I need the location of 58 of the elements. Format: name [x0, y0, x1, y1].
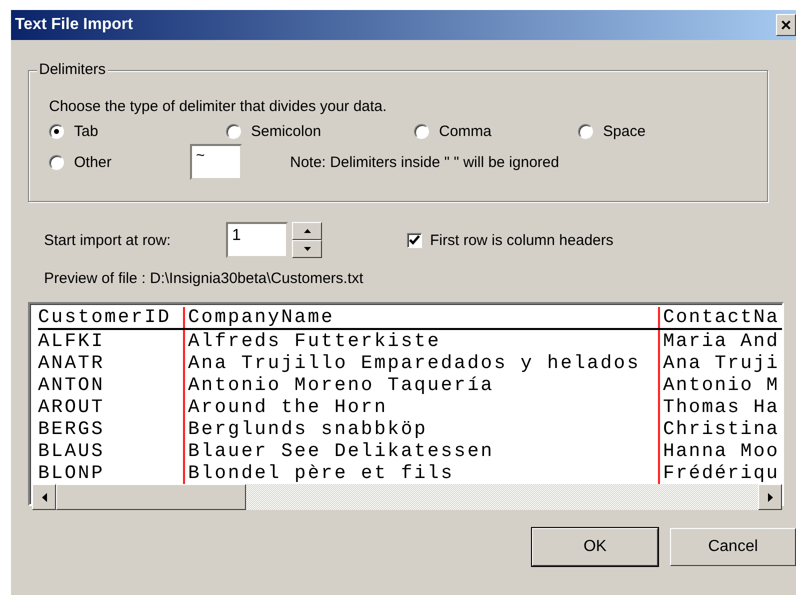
radio-option[interactable]: Other — [49, 154, 190, 170]
table-cell: Around the Horn — [183, 396, 658, 418]
delimiter-input[interactable]: ~ — [190, 144, 242, 180]
table-cell: Hanna Moo — [658, 440, 780, 462]
left-triangle-icon — [42, 492, 46, 502]
radio-label: Space — [603, 123, 646, 140]
spin-down-button[interactable] — [292, 240, 322, 258]
radio-label: Semicolon — [251, 123, 322, 140]
table-cell: Alfreds Futterkiste — [183, 330, 658, 352]
table-cell-text: ANATR — [38, 352, 106, 374]
radio-button[interactable] — [226, 124, 241, 139]
table-cell: Maria And — [658, 330, 780, 352]
column-header: CompanyName — [183, 307, 658, 328]
radio-label: Other — [74, 154, 112, 170]
horizontal-scrollbar[interactable] — [32, 484, 782, 510]
table-cell-text: ALFKI — [38, 330, 106, 352]
right-triangle-icon — [768, 492, 772, 502]
table-cell: Ana Trujillo Emparedados y helados — [183, 352, 658, 374]
radio-button[interactable] — [49, 154, 64, 170]
table-cell: Thomas Ha — [658, 396, 780, 418]
table-cell-text: BLONP — [38, 462, 106, 484]
table-cell: Christina — [658, 418, 780, 440]
column-header: CustomerID — [38, 307, 172, 328]
table-cell-text: ANTON — [38, 374, 106, 396]
radio-label: Tab — [74, 123, 98, 140]
table-cell: Blauer See Delikatessen — [183, 440, 658, 462]
radio-option[interactable]: Space — [578, 123, 767, 140]
table-cell-text: BLAUS — [38, 440, 106, 462]
radio-button[interactable] — [414, 124, 429, 139]
radio-option[interactable]: Semicolon — [226, 123, 414, 140]
ok-button[interactable]: OK — [532, 528, 658, 566]
checkbox[interactable] — [407, 232, 422, 248]
table-cell: Berglunds snabbköp — [183, 418, 658, 440]
file-path-label: Preview of file : D:\Insignia30beta\Customers.txt — [44, 270, 364, 289]
start-row-label: Start import at row: — [44, 232, 172, 248]
up-triangle-icon — [304, 229, 310, 233]
window-title: Text File Import — [15, 16, 133, 34]
instruction-text: Choose the type of delimiter that divides your data. — [49, 98, 388, 115]
column-header: ContactNa — [658, 307, 780, 328]
spin-up-button[interactable] — [292, 222, 322, 240]
close-button[interactable]: × — [776, 14, 796, 36]
table-cell: Antonio M — [658, 374, 780, 396]
table-cell-text: BERGS — [38, 418, 106, 440]
radio-label: Comma — [439, 123, 492, 140]
radio-option[interactable]: Comma — [414, 123, 578, 140]
cancel-button[interactable]: Cancel — [670, 528, 796, 566]
table-cell: Antonio Moreno Taquería — [183, 374, 658, 396]
radio-button[interactable] — [49, 124, 64, 139]
row-number-field[interactable]: 1 — [226, 222, 288, 258]
down-triangle-icon — [304, 247, 310, 251]
note-text: Note: Delimiters inside " " will be ignored — [290, 154, 560, 170]
radio-button[interactable] — [578, 124, 593, 139]
radio-option[interactable]: Tab — [49, 123, 226, 140]
scroll-right-button[interactable] — [758, 484, 782, 510]
table-cell: Ana Truji — [658, 352, 780, 374]
scroll-left-button[interactable] — [32, 484, 56, 510]
scroll-thumb[interactable] — [56, 484, 246, 510]
table-cell-text: AROUT — [38, 396, 106, 418]
